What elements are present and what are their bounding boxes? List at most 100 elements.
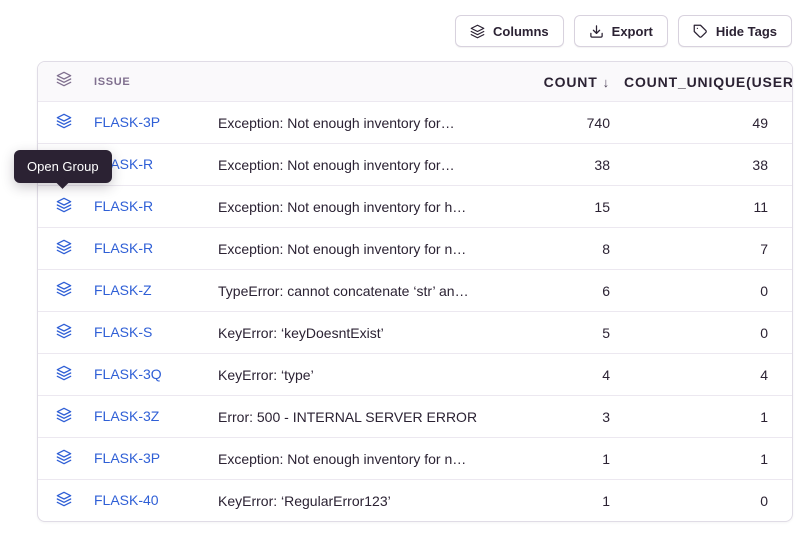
row-icon-cell — [38, 449, 94, 468]
count-value: 4 — [506, 367, 624, 383]
issue-cell: FLASK-R — [94, 240, 218, 258]
issue-cell: FLASK-R — [94, 198, 218, 216]
issue-title: Exception: Not enough inventory for… — [218, 157, 506, 173]
row-icon-cell — [38, 323, 94, 342]
count-unique-value: 11 — [624, 199, 792, 215]
column-header-count-unique[interactable]: COUNT_UNIQUE(USER) — [624, 74, 792, 90]
column-header-count[interactable]: COUNT ↓ — [506, 74, 624, 90]
count-unique-value: 49 — [624, 115, 792, 131]
export-download-icon — [589, 24, 604, 39]
open-group-icon-button[interactable] — [56, 407, 72, 426]
issue-title: Exception: Not enough inventory for h… — [218, 199, 506, 215]
issue-cell: FLASK-S — [94, 324, 218, 342]
count-value: 1 — [506, 451, 624, 467]
row-icon-cell — [38, 491, 94, 510]
layers-icon — [56, 197, 72, 216]
count-header-label: COUNT — [544, 74, 598, 90]
issue-title: TypeError: cannot concatenate ‘str’ an… — [218, 283, 506, 299]
count-value: 740 — [506, 115, 624, 131]
hide-tags-button[interactable]: Hide Tags — [678, 15, 792, 47]
open-group-icon-button[interactable] — [56, 239, 72, 258]
table-row: FLASK-3Q KeyError: ‘type’ 4 4 — [38, 353, 792, 395]
count-unique-value: 0 — [624, 493, 792, 509]
open-group-icon-button[interactable] — [56, 113, 72, 132]
issue-link[interactable]: FLASK-3Z — [94, 408, 159, 424]
columns-stack-icon — [470, 24, 485, 39]
count-value: 1 — [506, 493, 624, 509]
export-button[interactable]: Export — [574, 15, 668, 47]
columns-button[interactable]: Columns — [455, 15, 564, 47]
row-icon-cell — [38, 113, 94, 132]
issue-title: Exception: Not enough inventory for n… — [218, 241, 506, 257]
sort-descending-icon[interactable]: ↓ — [603, 75, 610, 90]
issue-link[interactable]: FLASK-Z — [94, 282, 152, 298]
table-body: FLASK-3P Exception: Not enough inventory… — [38, 101, 792, 521]
issue-cell: FLASK-3Z — [94, 408, 218, 426]
layers-icon — [56, 449, 72, 468]
count-unique-value: 4 — [624, 367, 792, 383]
open-group-icon-button[interactable] — [56, 449, 72, 468]
issue-title: Exception: Not enough inventory for n… — [218, 451, 506, 467]
table-row: FLASK-Z TypeError: cannot concatenate ‘s… — [38, 269, 792, 311]
row-icon-cell — [38, 365, 94, 384]
count-unique-value: 1 — [624, 409, 792, 425]
issue-link[interactable]: FLASK-R — [94, 198, 153, 214]
layers-icon — [56, 365, 72, 384]
issue-link[interactable]: FLASK-S — [94, 324, 152, 340]
issue-link[interactable]: FLASK-R — [94, 240, 153, 256]
layers-icon — [56, 281, 72, 300]
issue-link[interactable]: FLASK-40 — [94, 492, 159, 508]
open-group-icon-button[interactable] — [56, 197, 72, 216]
open-group-icon-button[interactable] — [56, 365, 72, 384]
row-icon-cell — [38, 197, 94, 216]
layers-icon — [56, 113, 72, 132]
issue-title: Error: 500 - INTERNAL SERVER ERROR — [218, 409, 506, 425]
layers-icon — [56, 491, 72, 510]
count-value: 15 — [506, 199, 624, 215]
columns-button-label: Columns — [493, 24, 549, 39]
layers-icon — [56, 239, 72, 258]
tooltip-label: Open Group — [27, 159, 99, 174]
issue-title: KeyError: ‘type’ — [218, 367, 506, 383]
open-group-icon-button[interactable] — [56, 323, 72, 342]
issue-cell: FLASK-40 — [94, 492, 218, 510]
issue-link[interactable]: FLASK-3P — [94, 114, 160, 130]
table-row: FLASK-3P Exception: Not enough inventory… — [38, 437, 792, 479]
table-row: FLASK-S KeyError: ‘keyDoesntExist’ 5 0 — [38, 311, 792, 353]
count-value: 5 — [506, 325, 624, 341]
open-group-tooltip: Open Group — [14, 150, 112, 183]
open-group-icon-button[interactable] — [56, 491, 72, 510]
count-unique-value: 0 — [624, 325, 792, 341]
issue-link[interactable]: FLASK-3Q — [94, 366, 162, 382]
issue-cell: FLASK-3P — [94, 450, 218, 468]
issue-cell: FLASK-3Q — [94, 366, 218, 384]
row-icon-cell — [38, 407, 94, 426]
count-value: 38 — [506, 157, 624, 173]
layers-icon — [56, 71, 72, 92]
count-unique-value: 7 — [624, 241, 792, 257]
tag-icon — [693, 24, 708, 39]
count-unique-value: 1 — [624, 451, 792, 467]
issue-cell: FLASK-Z — [94, 282, 218, 300]
table-row: FLASK-R Exception: Not enough inventory … — [38, 143, 792, 185]
issue-title: Exception: Not enough inventory for… — [218, 115, 506, 131]
header-icon-cell — [38, 71, 94, 92]
row-icon-cell — [38, 239, 94, 258]
open-group-icon-button[interactable] — [56, 281, 72, 300]
count-value: 6 — [506, 283, 624, 299]
row-icon-cell — [38, 281, 94, 300]
issue-link[interactable]: FLASK-3P — [94, 450, 160, 466]
column-header-issue[interactable]: ISSUE — [94, 76, 218, 88]
table-row: FLASK-3Z Error: 500 - INTERNAL SERVER ER… — [38, 395, 792, 437]
table-row: FLASK-R Exception: Not enough inventory … — [38, 227, 792, 269]
table-header-row: ISSUE COUNT ↓ COUNT_UNIQUE(USER) — [38, 62, 792, 101]
table-row: FLASK-40 KeyError: ‘RegularError123’ 1 0 — [38, 479, 792, 521]
layers-icon — [56, 323, 72, 342]
hide-tags-button-label: Hide Tags — [716, 24, 777, 39]
issues-table: ISSUE COUNT ↓ COUNT_UNIQUE(USER) FLASK-3P… — [37, 61, 793, 522]
toolbar: Columns Export Hide Tags — [455, 15, 792, 47]
issue-title: KeyError: ‘RegularError123’ — [218, 493, 506, 509]
export-button-label: Export — [612, 24, 653, 39]
table-row: FLASK-R Exception: Not enough inventory … — [38, 185, 792, 227]
table-row: FLASK-3P Exception: Not enough inventory… — [38, 101, 792, 143]
